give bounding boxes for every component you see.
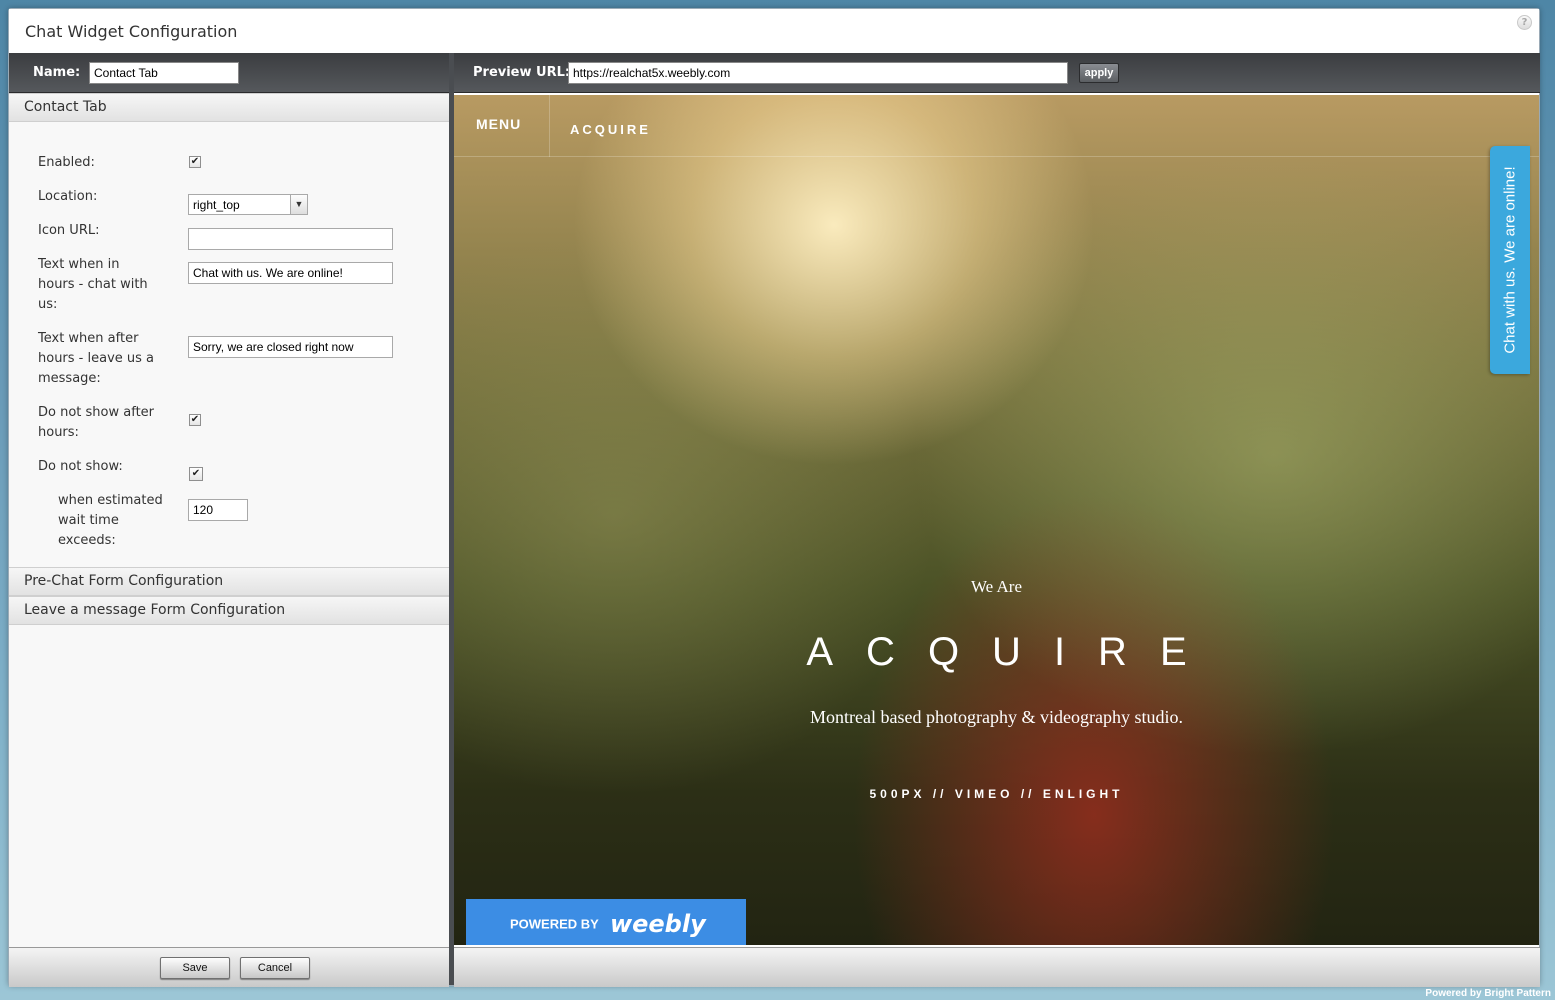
apply-button[interactable]: apply: [1079, 63, 1119, 83]
do-not-show-after-hours-checkbox[interactable]: ✔: [189, 414, 201, 426]
preview-brand-link[interactable]: ACQUIRE: [570, 122, 651, 137]
enabled-label: Enabled:: [38, 155, 95, 170]
weebly-badge[interactable]: POWERED BY weebly: [466, 899, 746, 945]
preview-url-label: Preview URL:: [473, 65, 571, 80]
leave-message-section-header[interactable]: Leave a message Form Configuration: [9, 596, 449, 625]
config-panel: Contact Tab Enabled: ✔ Location: right_t…: [9, 93, 449, 947]
right-footer: [454, 947, 1540, 987]
do-not-show-after-hours-label: Do not show after hours:: [38, 405, 155, 440]
powered-by-footer: Powered by Bright Pattern: [1425, 988, 1551, 999]
chat-widget-tab[interactable]: Chat with us. We are online!: [1490, 146, 1530, 374]
name-toolbar: Name: Contact Tab: [9, 53, 449, 93]
check-icon: ✔: [190, 156, 200, 167]
preview-frame[interactable]: MENU ACQUIRE We Are ACQUIRE Montreal bas…: [454, 95, 1539, 945]
location-select[interactable]: right_top ▼: [188, 194, 308, 215]
location-label: Location:: [38, 189, 98, 204]
check-icon: ✔: [191, 468, 201, 479]
contact-tab-section-header[interactable]: Contact Tab: [9, 93, 449, 122]
prechat-section-header[interactable]: Pre-Chat Form Configuration: [9, 567, 449, 596]
chevron-down-icon: ▼: [290, 195, 307, 214]
preview-navbar: MENU ACQUIRE: [454, 95, 1539, 157]
preview-url-input[interactable]: https://realchat5x.weebly.com: [568, 62, 1068, 84]
icon-url-input[interactable]: [188, 228, 393, 250]
title-bar: Chat Widget Configuration ?: [9, 9, 1539, 53]
text-in-hours-label: Text when in hours - chat with us:: [38, 257, 148, 312]
help-icon[interactable]: ?: [1517, 15, 1532, 30]
check-icon: ✔: [190, 414, 200, 425]
weebly-logo: weebly: [609, 910, 706, 938]
text-after-hours-input[interactable]: Sorry, we are closed right now: [188, 336, 393, 358]
wait-time-input[interactable]: 120: [188, 499, 248, 521]
do-not-show-label: Do not show:: [38, 459, 123, 474]
window-title: Chat Widget Configuration: [25, 22, 238, 41]
left-footer: Save Cancel: [9, 947, 449, 987]
preview-toolbar: Preview URL: https://realchat5x.weebly.c…: [454, 53, 1540, 93]
preview-nav-divider: [549, 95, 550, 157]
preview-tagline: Montreal based photography & videography…: [810, 707, 1183, 727]
name-input[interactable]: Contact Tab: [89, 62, 239, 84]
name-label: Name:: [33, 65, 81, 80]
chat-widget-config-window: Chat Widget Configuration ? Name: Contac…: [8, 8, 1540, 987]
text-after-hours-label: Text when after hours - leave us a messa…: [38, 331, 155, 386]
do-not-show-checkbox[interactable]: ✔: [189, 467, 203, 481]
location-value: right_top: [193, 198, 240, 212]
preview-we-are: We Are: [970, 577, 1023, 596]
cancel-button[interactable]: Cancel: [240, 957, 310, 979]
weebly-powered-label: POWERED BY: [510, 916, 599, 932]
icon-url-label: Icon URL:: [38, 223, 100, 238]
text-in-hours-input[interactable]: Chat with us. We are online!: [188, 262, 393, 284]
preview-menu-link[interactable]: MENU: [476, 116, 521, 132]
enabled-checkbox[interactable]: ✔: [189, 156, 201, 168]
preview-social-links[interactable]: 500PX // VIMEO // ENLIGHT: [454, 787, 1539, 801]
chat-tab-label: Chat with us. We are online!: [1501, 166, 1519, 354]
wait-time-label: when estimated wait time exceeds:: [58, 493, 163, 548]
save-button[interactable]: Save: [160, 957, 230, 979]
preview-hero-title: ACQUIRE: [806, 630, 1220, 674]
